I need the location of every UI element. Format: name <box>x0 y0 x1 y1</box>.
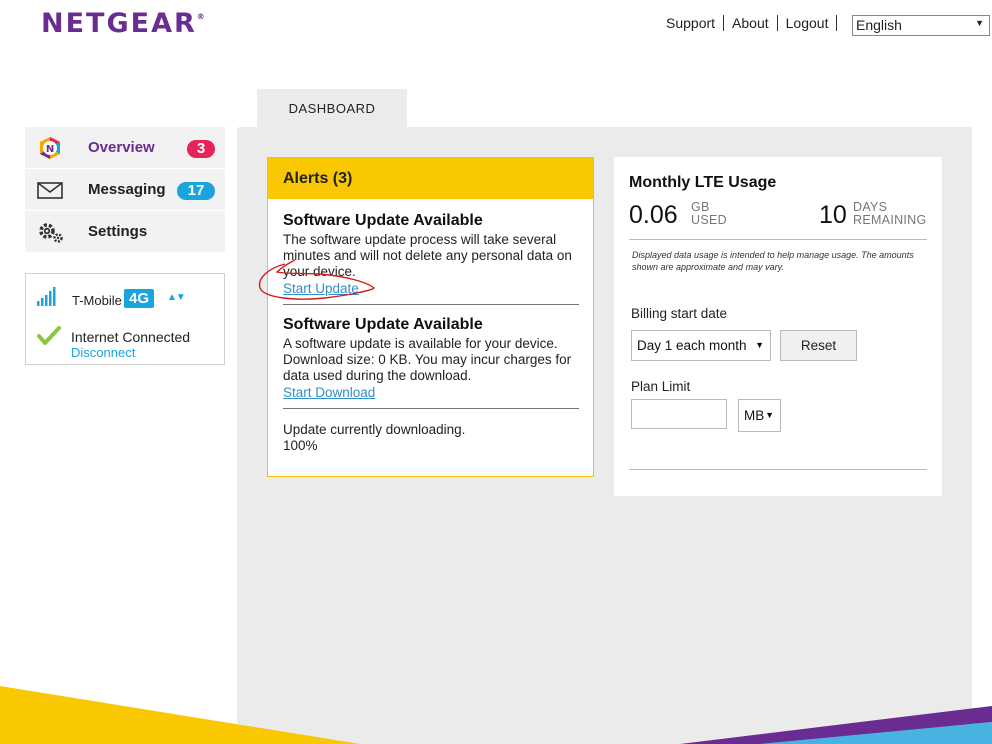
network-type-badge: 4G <box>124 289 155 308</box>
data-used-value: 0.06 <box>629 201 678 229</box>
top-navigation: Support About Logout <box>658 15 849 31</box>
download-status-text: Update currently downloading. <box>283 422 466 437</box>
alert-item: Software Update Available A software upd… <box>283 316 579 402</box>
envelope-icon <box>37 178 63 202</box>
reset-button[interactable]: Reset <box>780 330 857 361</box>
download-progress-text: 100% <box>283 438 318 453</box>
plan-unit-value: MB <box>744 408 765 423</box>
data-transfer-arrows-icon: ▲▼ <box>167 292 186 303</box>
days-remaining-value: 10 <box>819 201 847 229</box>
decorative-stripes <box>0 686 992 744</box>
netgear-n-icon: N <box>37 136 63 160</box>
sidebar-item-overview[interactable]: N Overview 3 <box>25 127 225 169</box>
tab-dashboard[interactable]: DASHBOARD <box>257 89 407 129</box>
billing-start-value: Day 1 each month <box>637 338 747 353</box>
plan-unit-select[interactable]: MB ▼ <box>738 399 781 432</box>
netgear-logo: NETGEAR® <box>41 8 205 39</box>
alert-item: Software Update Available The software u… <box>283 212 579 298</box>
plan-limit-input[interactable] <box>631 399 727 429</box>
language-select[interactable]: English ▼ <box>852 15 990 36</box>
nav-divider <box>836 15 838 31</box>
alert-title: Software Update Available <box>283 316 483 333</box>
start-download-link[interactable]: Start Download <box>283 385 375 401</box>
sidebar-item-settings[interactable]: Settings <box>25 211 225 253</box>
connection-status-box: T-Mobile 4G ▲▼ Internet Connected Discon… <box>25 273 225 365</box>
sidebar-item-label: Messaging <box>88 181 166 198</box>
usage-disclaimer: Displayed data usage is intended to help… <box>632 250 914 272</box>
billing-start-select[interactable]: Day 1 each month ▼ <box>631 330 771 361</box>
signal-bars-icon <box>37 286 59 311</box>
alert-item: Update currently downloading. 100% <box>283 420 579 454</box>
start-update-link[interactable]: Start Update <box>283 281 359 297</box>
chevron-down-icon: ▼ <box>765 410 774 420</box>
alert-title: Software Update Available <box>283 212 483 229</box>
sidebar: N Overview 3 Messaging 17 Settings <box>25 127 225 253</box>
chevron-down-icon: ▼ <box>755 340 764 350</box>
about-link[interactable]: About <box>724 15 778 31</box>
connection-status-text: Internet Connected <box>71 329 191 345</box>
alerts-card: Alerts (3) Software Update Available The… <box>267 157 594 477</box>
chevron-down-icon: ▼ <box>975 18 984 28</box>
billing-start-label: Billing start date <box>631 306 728 321</box>
disconnect-link[interactable]: Disconnect <box>71 345 135 360</box>
gears-icon <box>37 220 63 244</box>
usage-divider <box>629 239 927 240</box>
checkmark-icon <box>37 326 61 351</box>
sidebar-item-label: Overview <box>88 139 155 156</box>
alert-divider <box>283 304 579 305</box>
overview-count-badge: 3 <box>187 140 215 158</box>
svg-text:N: N <box>46 144 54 155</box>
usage-title: Monthly LTE Usage <box>629 174 777 191</box>
alert-divider <box>283 408 579 409</box>
sidebar-item-messaging[interactable]: Messaging 17 <box>25 169 225 211</box>
usage-bottom-divider <box>629 469 927 470</box>
language-value: English <box>856 17 902 33</box>
data-used-label: USED <box>691 213 727 227</box>
sidebar-item-label: Settings <box>88 223 148 240</box>
alerts-header: Alerts (3) <box>268 158 593 199</box>
alert-text: The software update process will take se… <box>283 232 572 279</box>
plan-limit-label: Plan Limit <box>631 379 691 394</box>
messaging-count-badge: 17 <box>177 182 215 200</box>
carrier-name: T-Mobile <box>72 293 122 308</box>
support-link[interactable]: Support <box>658 15 725 31</box>
logout-link[interactable]: Logout <box>778 15 837 31</box>
lte-usage-card: Monthly LTE Usage 0.06 GB USED 10 DAYS R… <box>614 157 942 496</box>
alert-text: A software update is available for your … <box>283 336 572 383</box>
days-remaining-label: REMAINING <box>853 213 927 227</box>
